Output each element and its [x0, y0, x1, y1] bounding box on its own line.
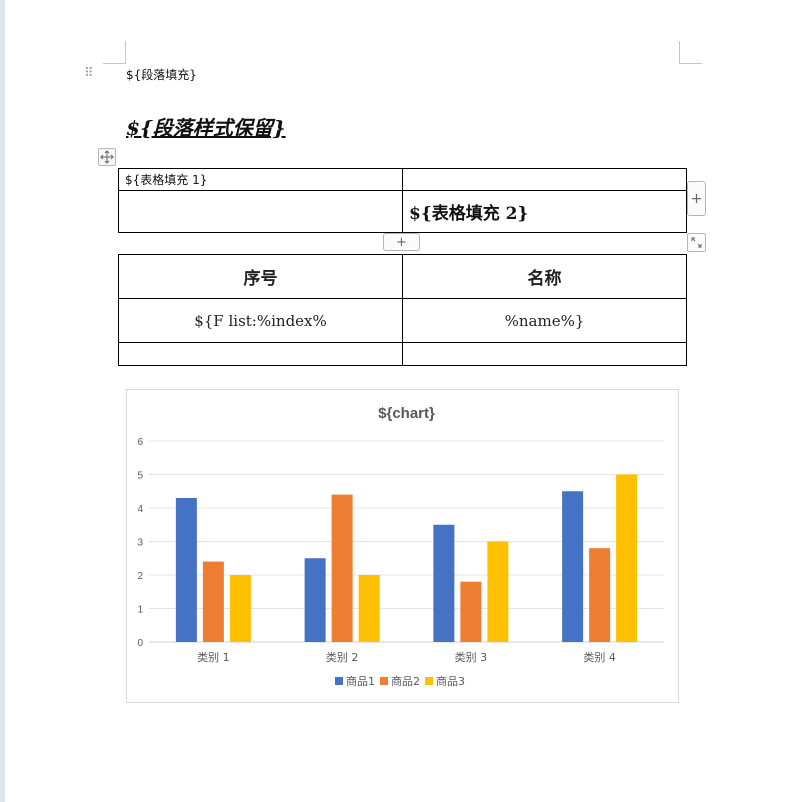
table-resize-icon[interactable]: [687, 233, 706, 252]
add-row-button[interactable]: +: [383, 233, 420, 251]
y-tick-label: 0: [137, 638, 143, 649]
table-row: ${F list:%index% %name%}: [118, 298, 687, 343]
table-row: [118, 342, 687, 366]
x-tick-label: 类别 4: [583, 650, 616, 664]
table-header-row: 序号 名称: [118, 254, 687, 299]
x-tick-label: 类别 2: [326, 650, 359, 664]
table-cell[interactable]: [118, 342, 403, 366]
fill-table: ${表格填充 1} ${表格填充 2}: [118, 168, 687, 233]
bar-3-1: [229, 575, 251, 642]
table-cell[interactable]: [402, 342, 687, 366]
table-cell[interactable]: ${F list:%index%: [118, 298, 403, 343]
legend-swatch-1: [335, 677, 343, 685]
table-move-icon[interactable]: [98, 148, 116, 166]
bar-1-2: [304, 558, 326, 642]
table-row: ${表格填充 2}: [118, 190, 687, 233]
y-tick-label: 2: [137, 571, 143, 582]
table-cell[interactable]: ${表格填充 1}: [118, 168, 403, 191]
y-tick-label: 6: [137, 437, 143, 448]
resize-arrows-icon: [691, 237, 702, 248]
bar-chart: ${chart} 0 1 2 3 4 5 6 类别 1 类别 2 类别 3 类别 4 商品1 商品2 商品3: [137, 405, 664, 688]
y-tick-label: 5: [137, 471, 143, 482]
bar-2-2: [331, 494, 353, 642]
drag-handle-icon[interactable]: ⠿: [84, 66, 96, 82]
table-cell[interactable]: ${表格填充 2}: [402, 190, 687, 233]
x-tick-label: 类别 3: [455, 650, 488, 664]
table-cell[interactable]: [118, 190, 403, 233]
bar-3-2: [358, 575, 380, 642]
bar-2-3: [460, 581, 482, 642]
chart-frame[interactable]: ${chart} 0 1 2 3 4 5 6 类别 1 类别 2 类别 3 类别 4 商品1 商品2 商品3: [126, 389, 679, 703]
header-index[interactable]: 序号: [118, 254, 403, 299]
legend-label-1: 商品1: [346, 674, 375, 688]
table-cell[interactable]: [402, 168, 687, 191]
table-cell[interactable]: %name%}: [402, 298, 687, 343]
left-scroll-rail: [0, 0, 5, 802]
legend-swatch-3: [425, 677, 433, 685]
header-name[interactable]: 名称: [402, 254, 687, 299]
legend-swatch-2: [380, 677, 388, 685]
legend-label-2: 商品2: [391, 674, 420, 688]
bar-1-3: [433, 524, 455, 642]
table-row: ${表格填充 1}: [118, 168, 687, 191]
legend-label-3: 商品3: [436, 674, 465, 688]
y-tick-label: 4: [137, 504, 143, 515]
bar-2-4: [589, 548, 611, 642]
page-corner-mark-right: [679, 41, 702, 64]
bar-3-3: [487, 541, 509, 642]
bar-2-1: [202, 561, 224, 642]
chart-title: ${chart}: [378, 405, 435, 422]
page-corner-mark-left: [103, 41, 126, 64]
bar-1-1: [175, 497, 197, 642]
bar-3-4: [616, 474, 638, 642]
paragraph-fill-text: ${段落填充}: [126, 68, 197, 82]
add-column-button[interactable]: +: [687, 181, 706, 216]
y-tick-label: 3: [137, 538, 143, 549]
paragraph-style-text: ${段落样式保留}: [126, 116, 286, 140]
list-table: 序号 名称 ${F list:%index% %name%}: [118, 254, 687, 366]
bar-1-4: [562, 491, 584, 642]
move-arrows-icon: [100, 150, 114, 164]
y-tick-label: 1: [137, 605, 143, 616]
x-tick-label: 类别 1: [197, 650, 230, 664]
